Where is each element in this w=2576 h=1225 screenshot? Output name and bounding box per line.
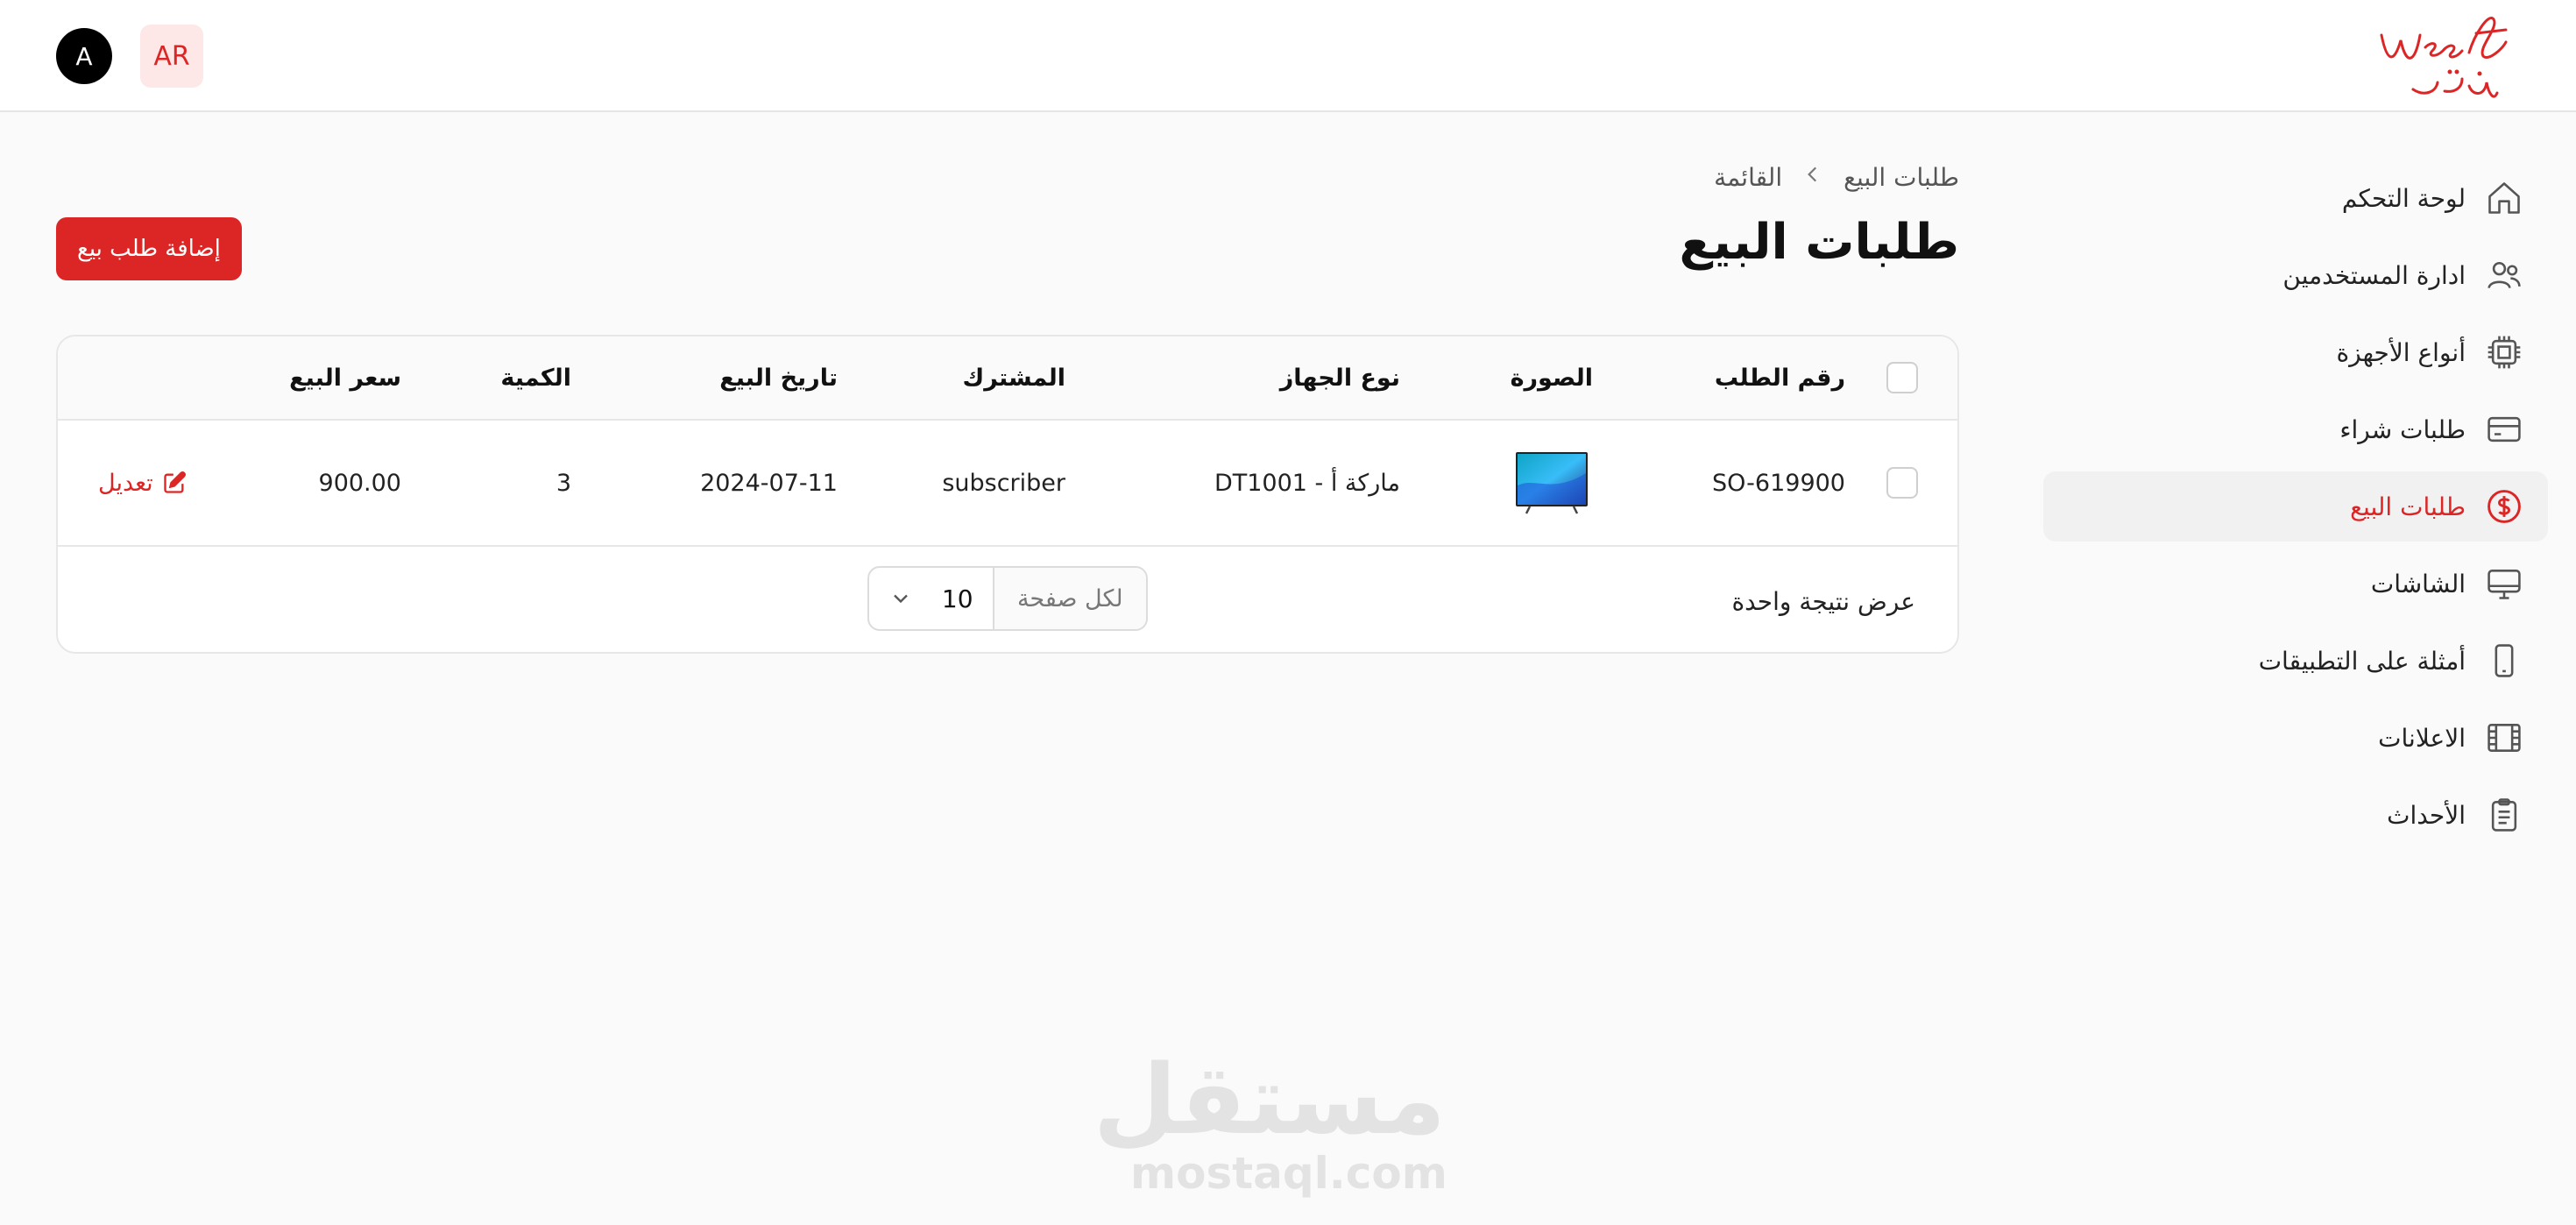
breadcrumb-root[interactable]: طلبات البيع bbox=[1844, 163, 1959, 192]
sidebar-item-dashboard[interactable]: لوحة التحكم bbox=[2043, 163, 2548, 233]
watermark-arabic: مستقل bbox=[1093, 1044, 1446, 1156]
breadcrumb: طلبات البيع القائمة bbox=[1714, 163, 1959, 192]
results-count: عرض نتيجة واحدة bbox=[1731, 586, 1915, 616]
row-select-cell bbox=[1886, 421, 1918, 545]
sidebar-item-label: ادارة المستخدمين bbox=[2282, 260, 2466, 290]
select-all-cell bbox=[1886, 336, 1918, 419]
breadcrumb-current: القائمة bbox=[1714, 163, 1783, 192]
row-checkbox[interactable] bbox=[1886, 467, 1918, 499]
clipboard-icon bbox=[2485, 796, 2523, 834]
table-header: رقم الطلب الصورة نوع الجهاز المشترك تاري… bbox=[58, 336, 1957, 421]
logo[interactable] bbox=[2374, 9, 2515, 103]
logo-mark-icon bbox=[2380, 17, 2508, 98]
edit-icon bbox=[164, 471, 186, 493]
edit-link[interactable]: تعديل bbox=[98, 470, 187, 497]
watermark: مستقل mostaql.com bbox=[1093, 1044, 1447, 1199]
column-image: الصورة bbox=[1510, 364, 1593, 392]
table-row: SO-619900 ماركة أ - DT1001 subscriber 20… bbox=[58, 421, 1957, 547]
sidebar-item-label: لوحة التحكم bbox=[2341, 183, 2466, 213]
sidebar-item-ads[interactable]: الاعلانات bbox=[2043, 703, 2548, 773]
per-page-control: 10 لكل صفحة bbox=[867, 566, 1148, 631]
tv-product-image bbox=[1516, 452, 1588, 514]
per-page-label: لكل صفحة bbox=[994, 568, 1146, 629]
device-image-cell bbox=[1514, 421, 1589, 545]
per-page-value: 10 bbox=[941, 584, 973, 613]
sidebar-item-label: أمثلة على التطبيقات bbox=[2258, 646, 2466, 676]
users-icon bbox=[2485, 256, 2523, 294]
column-subscriber[interactable]: المشترك bbox=[962, 336, 1065, 419]
subscriber-cell: subscriber bbox=[942, 469, 1065, 497]
chevron-down-icon bbox=[894, 594, 908, 604]
page-title: طلبات البيع bbox=[1679, 214, 1959, 271]
sidebar-item-app-examples[interactable]: أمثلة على التطبيقات bbox=[2043, 626, 2548, 696]
sidebar-item-purchase-orders[interactable]: طلبات شراء bbox=[2043, 394, 2548, 464]
phone-icon bbox=[2485, 641, 2523, 680]
sidebar-item-sales-orders[interactable]: طلبات البيع bbox=[2043, 471, 2548, 542]
sidebar: لوحة التحكم ادارة المستخدمين أنواع الأجه… bbox=[2043, 163, 2548, 857]
sidebar-item-label: أنواع الأجهزة bbox=[2336, 337, 2466, 367]
table-footer: عرض نتيجة واحدة 10 لكل صفحة bbox=[58, 547, 1957, 652]
chip-icon bbox=[2485, 333, 2523, 372]
top-bar: AR A bbox=[0, 0, 2576, 112]
sidebar-item-label: الاعلانات bbox=[2378, 723, 2466, 753]
sidebar-item-label: طلبات البيع bbox=[2350, 492, 2466, 521]
column-order-no[interactable]: رقم الطلب bbox=[1715, 336, 1845, 419]
column-price[interactable]: سعر البيع bbox=[289, 336, 401, 419]
select-all-checkbox[interactable] bbox=[1886, 362, 1918, 393]
user-avatar[interactable]: A bbox=[56, 28, 112, 84]
monitor-icon bbox=[2485, 564, 2523, 603]
film-icon bbox=[2485, 719, 2523, 757]
sidebar-item-events[interactable]: الأحداث bbox=[2043, 780, 2548, 850]
device-type-cell: ماركة أ - DT1001 bbox=[1214, 469, 1400, 497]
add-sales-order-button[interactable]: إضافة طلب بيع bbox=[56, 217, 242, 280]
per-page-select[interactable]: 10 bbox=[869, 568, 994, 629]
sales-orders-table-card: رقم الطلب الصورة نوع الجهاز المشترك تاري… bbox=[56, 335, 1959, 654]
sidebar-item-screens[interactable]: الشاشات bbox=[2043, 549, 2548, 619]
sidebar-item-label: طلبات شراء bbox=[2339, 414, 2466, 444]
price-cell: 900.00 bbox=[318, 469, 401, 497]
column-quantity[interactable]: الكمية bbox=[500, 336, 571, 419]
quantity-cell: 3 bbox=[556, 469, 571, 497]
language-toggle-button[interactable]: AR bbox=[140, 25, 203, 88]
watermark-latin: mostaql.com bbox=[1130, 1148, 1447, 1199]
credit-card-icon bbox=[2485, 410, 2523, 449]
sidebar-item-label: الأحداث bbox=[2387, 800, 2466, 830]
actions-cell: تعديل bbox=[98, 421, 187, 545]
sale-date-cell: 2024-07-11 bbox=[700, 469, 838, 497]
order-no-cell: SO-619900 bbox=[1712, 469, 1845, 497]
sidebar-item-device-types[interactable]: أنواع الأجهزة bbox=[2043, 317, 2548, 387]
dollar-circle-icon bbox=[2485, 487, 2523, 526]
column-sale-date[interactable]: تاريخ البيع bbox=[719, 336, 838, 419]
sidebar-item-label: الشاشات bbox=[2370, 569, 2466, 598]
home-icon bbox=[2485, 179, 2523, 217]
edit-label: تعديل bbox=[98, 469, 153, 497]
column-device-type[interactable]: نوع الجهاز bbox=[1280, 336, 1400, 419]
sidebar-item-users[interactable]: ادارة المستخدمين bbox=[2043, 240, 2548, 310]
chevron-left-icon bbox=[1801, 163, 1824, 192]
